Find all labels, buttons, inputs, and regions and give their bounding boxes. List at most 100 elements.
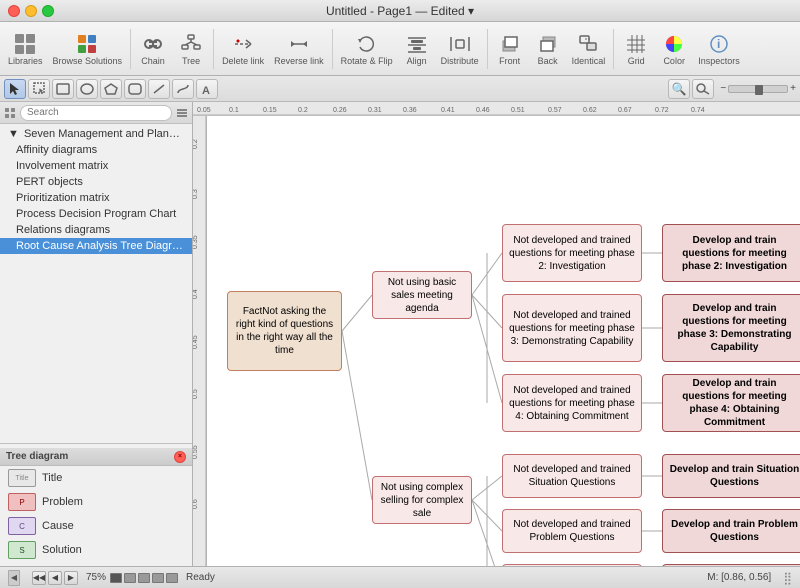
node-s2a[interactable]: Develop and train Situation Questions (662, 454, 800, 498)
reverse-link-icon (287, 32, 311, 56)
toolbar-separator-1 (130, 29, 131, 69)
svg-text:0.15: 0.15 (263, 107, 277, 114)
text-tool[interactable]: A (196, 79, 218, 99)
panel-close-button[interactable]: × (174, 451, 186, 463)
tb-chain[interactable]: Chain (135, 30, 171, 68)
dtype-cause[interactable]: C Cause (0, 514, 192, 538)
svg-text:i: i (717, 37, 720, 51)
pointer-tool[interactable] (4, 79, 26, 99)
node-s1c-text: Develop and train questions for meeting … (669, 377, 800, 429)
node-s2c[interactable]: Develop and train Implication Questions (662, 564, 800, 566)
tb-rotate-flip[interactable]: Rotate & Flip (337, 30, 397, 68)
page-dot-5[interactable] (166, 573, 178, 583)
tree-item-pert[interactable]: PERT objects (0, 174, 192, 190)
tb-identical-label: Identical (572, 56, 606, 66)
svg-text:0.5: 0.5 (193, 389, 199, 399)
rectangle-tool[interactable] (52, 79, 74, 99)
node-r2a[interactable]: Not developed and trained Situation Ques… (502, 454, 642, 498)
tb-back[interactable]: Back (530, 30, 566, 68)
tree-item-affinity[interactable]: Affinity diagrams (0, 142, 192, 158)
prev-page-btn[interactable]: ◀ (48, 571, 62, 585)
dtype-solution[interactable]: S Solution (0, 538, 192, 562)
tb-distribute[interactable]: Distribute (437, 30, 483, 68)
first-page-btn[interactable]: ◀◀ (32, 571, 46, 585)
page-indicator (110, 573, 178, 583)
tree-item-smpt[interactable]: ▼ Seven Management and Planning T... (0, 126, 192, 142)
zoom-fit-btn[interactable] (692, 79, 714, 99)
circle-tool[interactable] (76, 79, 98, 99)
main-content: ▼ Seven Management and Planning T... Aff… (0, 102, 800, 566)
tb-tree-label: Tree (182, 56, 200, 66)
node-s2b[interactable]: Develop and train Problem Questions (662, 509, 800, 553)
svg-text:A: A (202, 85, 210, 95)
node-s1c[interactable]: Develop and train questions for meeting … (662, 374, 800, 432)
node-s1a[interactable]: Develop and train questions for meeting … (662, 224, 800, 282)
node-r1b-text: Not developed and trained questions for … (509, 309, 635, 348)
svg-text:0.2: 0.2 (193, 139, 199, 149)
zoom-plus[interactable]: + (790, 83, 796, 94)
dtype-title[interactable]: Title Title (0, 466, 192, 490)
zoom-slider[interactable] (728, 85, 788, 93)
tb-identical[interactable]: Identical (568, 30, 610, 68)
page-dot-1[interactable] (110, 573, 122, 583)
connector-tool[interactable] (172, 79, 194, 99)
node-r1a[interactable]: Not developed and trained questions for … (502, 224, 642, 282)
tree-item-root-cause[interactable]: Root Cause Analysis Tree Diagram (0, 238, 192, 254)
tb-tree[interactable]: Tree (173, 30, 209, 68)
node-mid1[interactable]: Not using basic sales meeting agenda (372, 271, 472, 319)
sidebar-collapse-btn[interactable]: ◀ (8, 570, 20, 586)
tb-browse-solutions-label: Browse Solutions (53, 56, 123, 66)
page-dot-3[interactable] (138, 573, 150, 583)
search-icon-btn[interactable]: 🔍 (668, 79, 690, 99)
zoom-minus[interactable]: − (720, 83, 726, 94)
minimize-button[interactable] (25, 5, 37, 17)
dtype-problem[interactable]: P Problem (0, 490, 192, 514)
svg-text:0.31: 0.31 (368, 107, 382, 114)
line-tool[interactable] (148, 79, 170, 99)
tree-item-prioritization[interactable]: Prioritization matrix (0, 190, 192, 206)
grid-view-icon[interactable] (4, 107, 16, 119)
tree-item-process-decision[interactable]: Process Decision Program Chart (0, 206, 192, 222)
tree-item-involvement[interactable]: Involvement matrix (0, 158, 192, 174)
tree-item-relations[interactable]: Relations diagrams (0, 222, 192, 238)
node-root[interactable]: FactNot asking the right kind of questio… (227, 291, 342, 371)
node-mid2[interactable]: Not using complex selling for complex sa… (372, 476, 472, 524)
distribute-icon (448, 32, 472, 56)
maximize-button[interactable] (42, 5, 54, 17)
tb-browse-solutions[interactable]: Browse Solutions (49, 30, 127, 68)
tb-front[interactable]: Front (492, 30, 528, 68)
tb-delete-link[interactable]: Delete link (218, 30, 268, 68)
node-s1b[interactable]: Develop and train questions for meeting … (662, 294, 800, 362)
diagram-canvas[interactable]: FactNot asking the right kind of questio… (207, 116, 800, 566)
svg-text:0.6: 0.6 (193, 499, 199, 509)
node-r1b[interactable]: Not developed and trained questions for … (502, 294, 642, 362)
sidebar-tree: ▼ Seven Management and Planning T... Aff… (0, 124, 192, 443)
sidebar-header (0, 102, 192, 124)
tb-libraries[interactable]: Libraries (4, 30, 47, 68)
statusbar: ◀ ◀◀ ◀ ▶ 75% Ready M: [0.86, 0.56] ⣿ (0, 566, 800, 588)
node-r2c[interactable]: Not developed and trained Implication Qu… (502, 564, 642, 566)
close-button[interactable] (8, 5, 20, 17)
list-view-icon[interactable] (176, 107, 188, 119)
node-r2b[interactable]: Not developed and trained Problem Questi… (502, 509, 642, 553)
tb-align[interactable]: Align (399, 30, 435, 68)
page-dot-2[interactable] (124, 573, 136, 583)
node-r1c[interactable]: Not developed and trained questions for … (502, 374, 642, 432)
tb-color[interactable]: Color (656, 30, 692, 68)
shape-tool[interactable] (100, 79, 122, 99)
page-dot-4[interactable] (152, 573, 164, 583)
svg-text:0.46: 0.46 (476, 107, 490, 114)
resize-handle[interactable]: ⣿ (783, 571, 792, 585)
tb-grid[interactable]: Grid (618, 30, 654, 68)
select-tool[interactable] (28, 79, 50, 99)
diagram-types-header: Tree diagram × (0, 448, 192, 466)
tb-inspectors[interactable]: i Inspectors (694, 30, 744, 68)
next-page-btn[interactable]: ▶ (64, 571, 78, 585)
svg-text:0.57: 0.57 (548, 107, 562, 114)
identical-icon (576, 32, 600, 56)
rounded-rect-tool[interactable] (124, 79, 146, 99)
tb-reverse-link[interactable]: Reverse link (270, 30, 328, 68)
chain-icon (141, 32, 165, 56)
search-input[interactable] (20, 105, 172, 121)
coord-display: M: [0.86, 0.56] (707, 572, 771, 583)
